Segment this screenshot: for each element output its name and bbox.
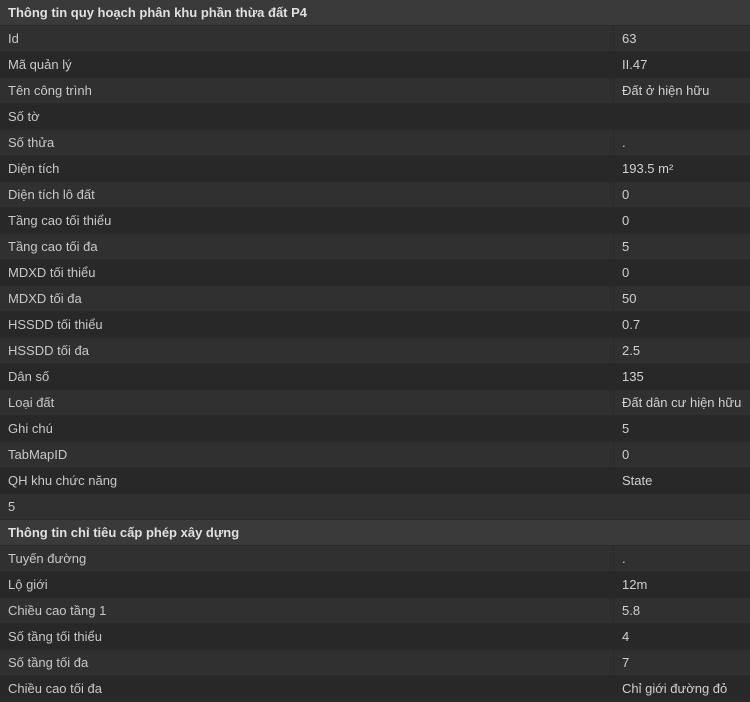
table-row: MDXD tối thiểu0 (0, 260, 750, 286)
table-row: Tên công trìnhĐất ở hiện hữu (0, 78, 750, 104)
row-value: 0 (614, 260, 750, 285)
row-label: Ghi chú (0, 416, 614, 441)
table-row: Dân số135 (0, 364, 750, 390)
table-row: QH khu chức năngState (0, 468, 750, 494)
section2-body: Tuyến đường.Lộ giới12mChiều cao tầng 15.… (0, 546, 750, 702)
table-row: Lộ giới12m (0, 572, 750, 598)
row-label: Diện tích (0, 156, 614, 181)
table-row: TabMapID0 (0, 442, 750, 468)
table-row: Loại đấtĐất dân cư hiện hữu (0, 390, 750, 416)
table-row: Chiều cao tầng 15.8 (0, 598, 750, 624)
row-value: 0 (614, 208, 750, 233)
row-value: 0 (614, 442, 750, 467)
table-row: Diện tích lô đất0 (0, 182, 750, 208)
row-label: MDXD tối đa (0, 286, 614, 311)
table-row: Mã quản lýII.47 (0, 52, 750, 78)
table-row: Chiều cao tối đaChỉ giới đường đỏ (0, 676, 750, 702)
row-value: 2.5 (614, 338, 750, 363)
row-value: 135 (614, 364, 750, 389)
section1-footer: 5 (0, 494, 750, 520)
section2-header: Thông tin chỉ tiêu cấp phép xây dựng (0, 520, 750, 546)
row-value: 12m (614, 572, 750, 597)
row-value: 4 (614, 624, 750, 649)
row-label: Dân số (0, 364, 614, 389)
row-value: II.47 (614, 52, 750, 77)
table-row: Số thửa. (0, 130, 750, 156)
row-value: 0.7 (614, 312, 750, 337)
row-label: Tầng cao tối đa (0, 234, 614, 259)
row-label: MDXD tối thiểu (0, 260, 614, 285)
row-value: State (614, 468, 750, 493)
row-value: 193.5 m² (614, 156, 750, 181)
row-label: Tuyến đường (0, 546, 614, 571)
row-label: TabMapID (0, 442, 614, 467)
row-value: 5.8 (614, 598, 750, 623)
row-label: Tầng cao tối thiểu (0, 208, 614, 233)
row-value: 50 (614, 286, 750, 311)
row-value: . (614, 130, 750, 155)
row-label: Số tầng tối thiểu (0, 624, 614, 649)
row-label: Chiều cao tầng 1 (0, 598, 614, 623)
row-label: Số thửa (0, 130, 614, 155)
row-label: Chiều cao tối đa (0, 676, 614, 701)
table-row: HSSDD tối thiểu0.7 (0, 312, 750, 338)
row-value: 7 (614, 650, 750, 675)
row-label: Số tầng tối đa (0, 650, 614, 675)
table-row: Số tờ (0, 104, 750, 130)
table-row: Tầng cao tối đa5 (0, 234, 750, 260)
table-row: Id63 (0, 26, 750, 52)
row-value: Chỉ giới đường đỏ (614, 676, 750, 701)
row-label: Id (0, 26, 614, 51)
section1-header: Thông tin quy hoạch phân khu phần thừa đ… (0, 0, 750, 26)
row-value: Đất ở hiện hữu (614, 78, 750, 103)
row-label: Loại đất (0, 390, 614, 415)
row-value: Đất dân cư hiện hữu (614, 390, 750, 415)
row-label: HSSDD tối thiểu (0, 312, 614, 337)
table-row: Số tầng tối đa7 (0, 650, 750, 676)
table-row: Tầng cao tối thiểu0 (0, 208, 750, 234)
row-value (614, 104, 750, 129)
info-table: Thông tin quy hoạch phân khu phần thừa đ… (0, 0, 750, 702)
table-row: HSSDD tối đa2.5 (0, 338, 750, 364)
row-value: 5 (614, 234, 750, 259)
row-label: Lộ giới (0, 572, 614, 597)
table-row: MDXD tối đa50 (0, 286, 750, 312)
row-label: HSSDD tối đa (0, 338, 614, 363)
table-row: Số tầng tối thiểu4 (0, 624, 750, 650)
row-label: Số tờ (0, 104, 614, 129)
row-value: 5 (614, 416, 750, 441)
row-value: . (614, 546, 750, 571)
row-value: 63 (614, 26, 750, 51)
table-row: Ghi chú5 (0, 416, 750, 442)
row-label: Mã quản lý (0, 52, 614, 77)
table-row: Tuyến đường. (0, 546, 750, 572)
row-label: Tên công trình (0, 78, 614, 103)
row-label: QH khu chức năng (0, 468, 614, 493)
section1-body: Id63Mã quản lýII.47Tên công trìnhĐất ở h… (0, 26, 750, 494)
row-value: 0 (614, 182, 750, 207)
table-row: Diện tích193.5 m² (0, 156, 750, 182)
row-label: Diện tích lô đất (0, 182, 614, 207)
